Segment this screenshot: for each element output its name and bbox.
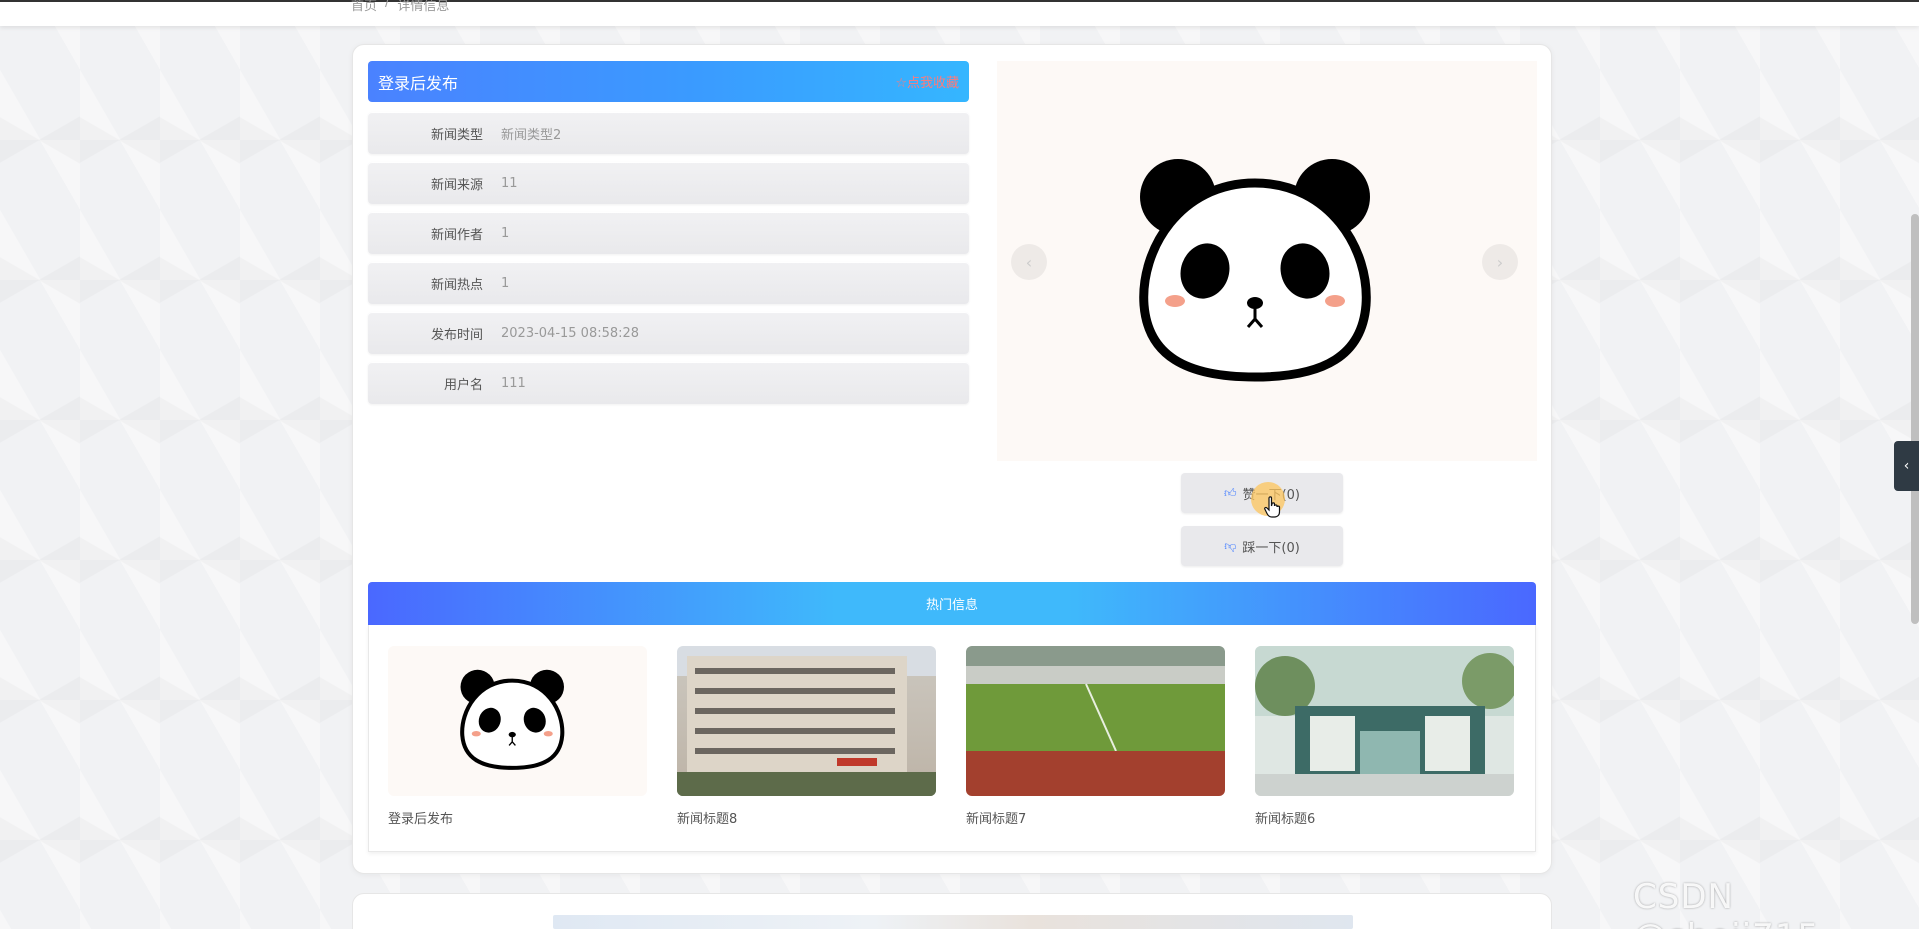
hot-info-header: 热门信息 xyxy=(368,582,1536,625)
panda-thumb-image xyxy=(460,669,565,770)
info-row-publish-time: 发布时间 2023-04-15 08:58:28 xyxy=(368,312,969,354)
detail-title: 登录后发布 xyxy=(378,73,459,93)
watermark: CSDN @sheji715 xyxy=(1633,877,1819,929)
thumbs-down-icon: 👎︎ xyxy=(1224,538,1237,553)
info-label: 新闻来源 xyxy=(430,177,483,193)
breadcrumb-current: 详情信息 xyxy=(397,0,450,14)
info-value: 1 xyxy=(501,225,510,241)
info-row-news-source: 新闻来源 11 xyxy=(368,162,969,204)
info-row-news-author: 新闻作者 1 xyxy=(368,212,969,254)
info-label: 用户名 xyxy=(443,377,483,393)
info-label: 新闻类型 xyxy=(430,127,483,143)
breadcrumb-home[interactable]: 首页 xyxy=(351,0,377,14)
breadcrumb-separator: / xyxy=(385,0,390,10)
top-navigation-bar: 首页 / 详情信息 xyxy=(0,0,1919,26)
dislike-button[interactable]: 👎︎ 踩一下(0) xyxy=(1181,526,1343,566)
panda-image xyxy=(1139,159,1371,382)
hot-item-image[interactable] xyxy=(1255,646,1514,796)
hand-cursor-icon xyxy=(1264,496,1281,518)
hot-item[interactable]: 登录后发布 xyxy=(388,646,647,827)
hot-item-title[interactable]: 新闻标题8 xyxy=(677,808,936,827)
detail-title-bar: 登录后发布 ☆点我收藏 xyxy=(368,61,969,102)
building-image xyxy=(677,656,936,796)
secondary-card xyxy=(352,893,1552,929)
page-scrollbar[interactable] xyxy=(1911,214,1919,624)
info-label: 发布时间 xyxy=(430,327,483,343)
school-gate-image xyxy=(1255,646,1514,796)
info-label: 新闻作者 xyxy=(430,227,483,243)
info-row-news-hotspot: 新闻热点 1 xyxy=(368,262,969,304)
image-strip xyxy=(553,915,1353,929)
hot-item-title[interactable]: 新闻标题6 xyxy=(1255,808,1514,827)
info-value: 1 xyxy=(501,275,510,291)
hot-item-title[interactable]: 新闻标题7 xyxy=(966,808,1225,827)
hot-item-title[interactable]: 登录后发布 xyxy=(388,808,647,827)
carousel-next-button[interactable]: › xyxy=(1482,244,1518,280)
hot-item-image[interactable] xyxy=(677,646,936,796)
favorite-button[interactable]: ☆点我收藏 xyxy=(895,72,959,91)
info-value: 111 xyxy=(501,375,526,391)
side-panel-toggle[interactable]: ‹ xyxy=(1894,441,1919,491)
hot-info-title: 热门信息 xyxy=(925,598,978,613)
hot-item[interactable]: 新闻标题7 xyxy=(966,646,1225,827)
image-carousel[interactable]: ‹ › xyxy=(997,61,1537,461)
hot-item-image[interactable] xyxy=(388,646,647,796)
hot-item-image[interactable] xyxy=(966,646,1225,796)
info-row-news-type: 新闻类型 新闻类型2 xyxy=(368,112,969,154)
dislike-label: 踩一下(0) xyxy=(1242,540,1300,556)
info-value: 2023-04-15 08:58:28 xyxy=(501,325,640,341)
info-label: 新闻热点 xyxy=(430,277,483,293)
carousel-prev-button[interactable]: ‹ xyxy=(1011,244,1047,280)
sports-field-image xyxy=(966,646,1225,796)
info-value: 11 xyxy=(501,175,518,191)
info-value: 新闻类型2 xyxy=(501,127,562,143)
hot-item[interactable]: 新闻标题8 xyxy=(677,646,936,827)
info-row-username: 用户名 111 xyxy=(368,362,969,404)
breadcrumb: 首页 / 详情信息 xyxy=(351,0,449,14)
hot-item[interactable]: 新闻标题6 xyxy=(1255,646,1514,827)
thumbs-up-icon: 👍︎ xyxy=(1224,485,1237,500)
